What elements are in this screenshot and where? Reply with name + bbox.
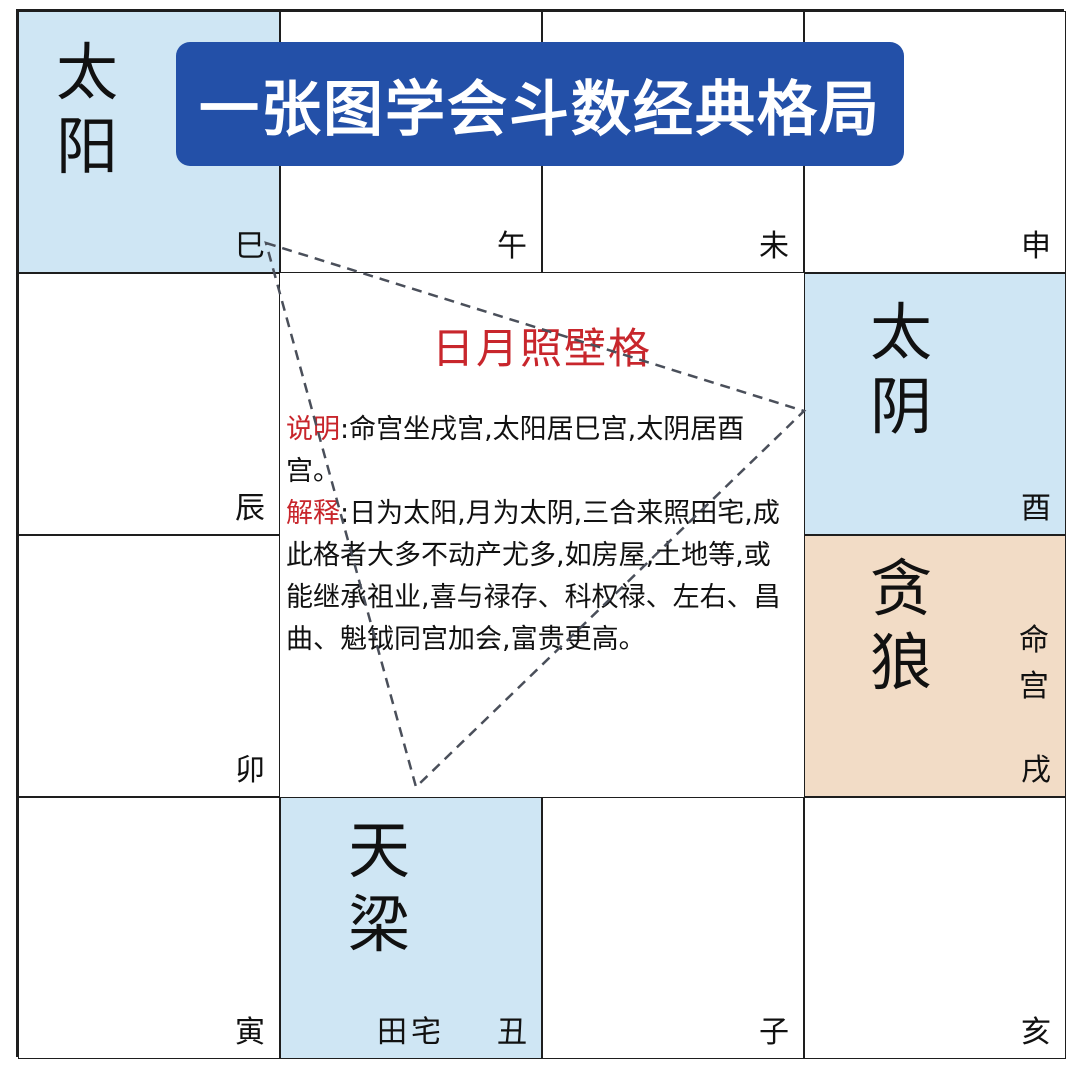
pattern-explanation: 解释:日为太阳,月为太阴,三合来照田宅,成此格者大多不动产尤多,如房屋,土地等,… <box>286 493 792 661</box>
branch-label: 酉 <box>1021 491 1051 526</box>
palace-you: 太 阴 酉 <box>804 273 1066 535</box>
branch-label: 丑 <box>497 1015 527 1050</box>
palace-hai: 亥 <box>804 797 1066 1059</box>
note-text: :命宫坐戌宫,太阳居巳宫,太阴居酉宫。 <box>286 414 745 487</box>
star-char: 贪 <box>869 552 932 625</box>
star-tanlang: 贪 狼 <box>861 552 941 700</box>
branch-label: 未 <box>759 229 789 264</box>
star-char: 阳 <box>55 110 118 183</box>
palace-char: 命 <box>1019 623 1049 658</box>
star-taiyang: 太 阳 <box>47 36 127 184</box>
star-char: 狼 <box>869 626 932 699</box>
palace-yin: 寅 <box>18 797 280 1059</box>
star-char: 阴 <box>869 370 932 443</box>
branch-label: 巳 <box>235 229 265 264</box>
star-char: 太 <box>55 36 118 109</box>
palace-mao: 卯 <box>18 535 280 797</box>
branch-label: 戌 <box>1021 753 1051 788</box>
pattern-title: 日月照壁格 <box>431 324 652 373</box>
palace-chen: 辰 <box>18 273 280 535</box>
branch-label: 亥 <box>1021 1015 1051 1050</box>
chart-board: 太 阳 巳 午 未 申 辰 太 阴 酉 卯 贪 狼 命 宫 戌 寅 天 梁 田宅… <box>16 9 1066 1059</box>
star-char: 天 <box>347 814 410 887</box>
branch-label: 卯 <box>235 753 265 788</box>
branch-label: 寅 <box>235 1015 265 1050</box>
palace-zi: 子 <box>542 797 804 1059</box>
title-banner: 一张图学会斗数经典格局 <box>176 42 904 166</box>
center-panel: 日月照壁格 说明:命宫坐戌宫,太阳居巳宫,太阴居酉宫。 解释:日为太阳,月为太阴… <box>280 273 804 797</box>
life-palace-label: 命 宫 <box>1017 618 1051 710</box>
property-palace-label: 田宅 <box>377 1015 445 1050</box>
star-char: 梁 <box>347 888 410 961</box>
branch-label: 子 <box>759 1015 789 1050</box>
explain-text: :日为太阳,月为太阴,三合来照田宅,成此格者大多不动产尤多,如房屋,土地等,或能… <box>286 498 781 655</box>
branch-label: 申 <box>1021 229 1051 264</box>
branch-label: 午 <box>497 229 527 264</box>
palace-char: 宫 <box>1019 669 1049 704</box>
explain-label: 解释 <box>286 498 340 529</box>
star-tianliang: 天 梁 <box>339 814 419 962</box>
note-label: 说明 <box>286 414 340 445</box>
star-taiyin: 太 阴 <box>861 296 941 444</box>
palace-chou: 天 梁 田宅 丑 <box>280 797 542 1059</box>
pattern-note: 说明:命宫坐戌宫,太阳居巳宫,太阴居酉宫。 <box>286 409 792 493</box>
palace-xu: 贪 狼 命 宫 戌 <box>804 535 1066 797</box>
star-char: 太 <box>869 296 932 369</box>
branch-label: 辰 <box>235 491 265 526</box>
